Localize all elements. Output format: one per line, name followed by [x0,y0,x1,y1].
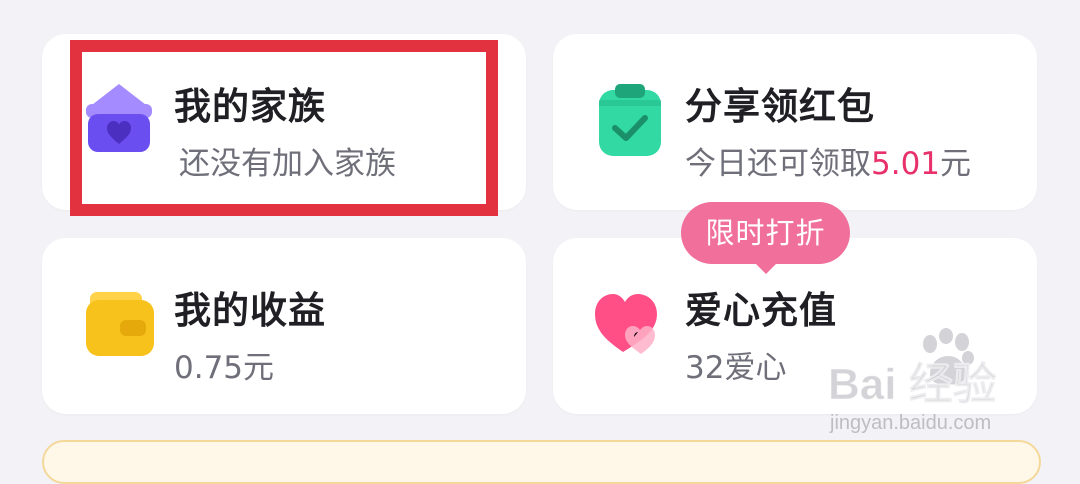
discount-badge: 限时打折 [681,202,850,274]
clipboard-check-icon [597,82,663,158]
subtitle-prefix: 今日还可领取 [685,146,871,182]
watermark: Bai 经验 jingyan.baidu.com [828,328,1058,438]
bottom-banner-card[interactable] [42,440,1041,484]
card-title: 爱心充值 [685,289,837,332]
watermark-url: jingyan.baidu.com [830,412,992,434]
love-balance: 32爱心 [685,350,787,386]
hearts-icon [591,290,665,356]
remaining-amount: 5.01 [871,146,941,182]
amount-unit: 元 [940,146,972,182]
watermark-logo: Bai 经验 [828,360,998,410]
highlight-frame [70,40,498,216]
share-red-envelope-card[interactable]: 分享领红包 今日还可领取5.01元 [553,34,1037,210]
card-title: 分享领红包 [685,85,875,128]
my-income-card[interactable]: 我的收益 0.75元 [42,238,526,414]
wallet-icon [86,292,156,356]
income-amount: 0.75元 [174,350,275,386]
card-title: 我的收益 [174,289,326,332]
card-subtitle: 今日还可领取5.01元 [685,138,971,183]
